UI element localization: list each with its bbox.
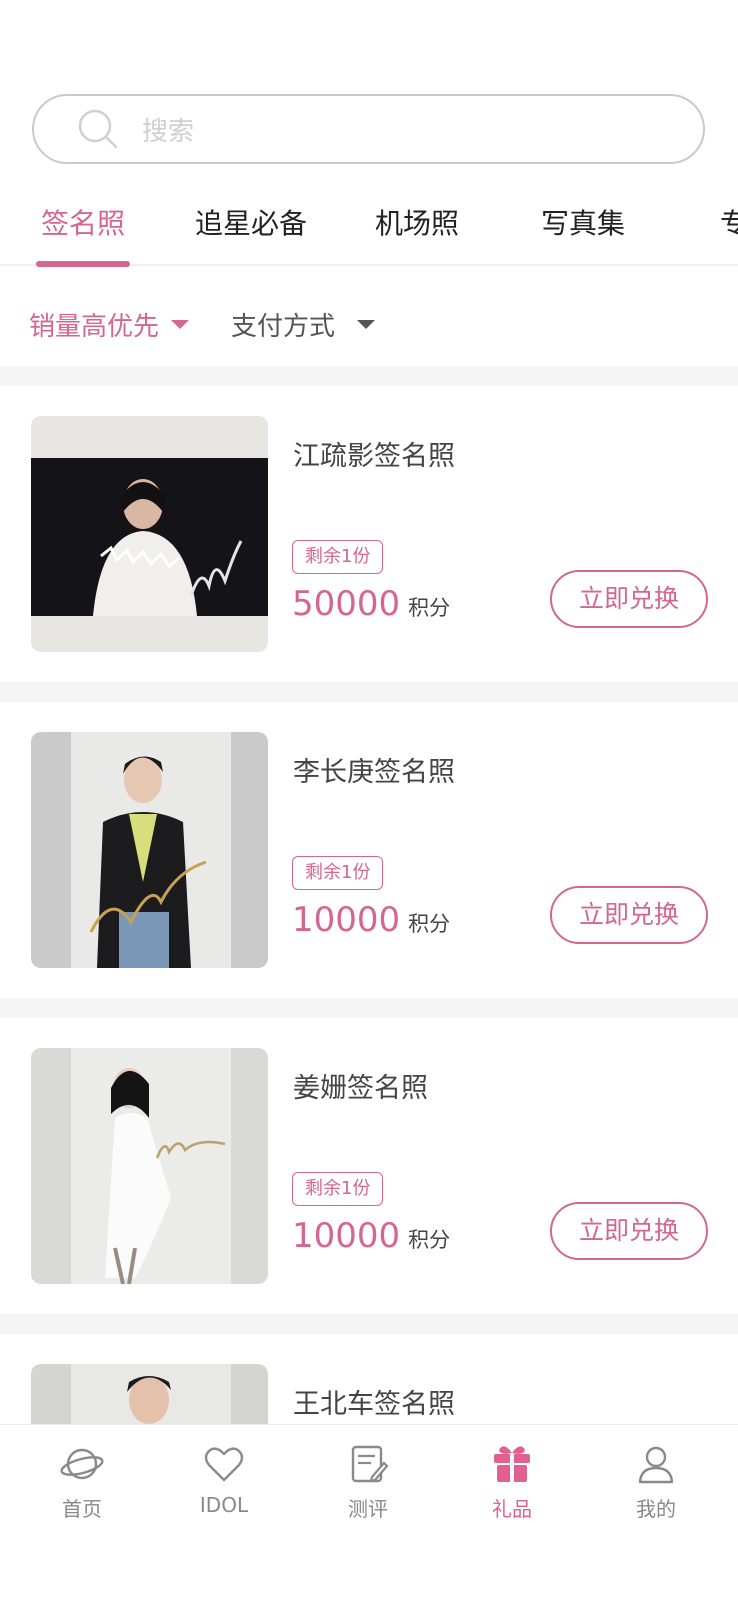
- product-card[interactable]: 江疏影签名照 剩余1份 50000 积分 立即兑换: [0, 386, 738, 682]
- product-title[interactable]: 姜姗签名照: [293, 1066, 428, 1105]
- category-tabs: 签名照 追星必备 机场照 写真集 专: [0, 190, 738, 267]
- price-unit: 积分: [408, 1228, 451, 1252]
- nav-idol[interactable]: IDOL: [174, 1441, 274, 1517]
- nav-label: 首页: [62, 1497, 102, 1521]
- gift-icon: [494, 1446, 530, 1482]
- nav-home[interactable]: 首页: [32, 1441, 132, 1522]
- nav-review[interactable]: 测评: [318, 1441, 418, 1522]
- divider: [0, 998, 738, 1018]
- caret-down-icon: [171, 320, 190, 329]
- divider: [0, 1314, 738, 1334]
- nav-profile[interactable]: 我的: [606, 1441, 706, 1522]
- tab-photobook[interactable]: 写真集: [541, 202, 625, 242]
- gift-shop-screen: 搜索 签名照 追星必备 机场照 写真集 专 销量高优先 支付方式 江疏影签名照 …: [0, 0, 738, 1600]
- redeem-button[interactable]: 立即兑换: [550, 886, 708, 944]
- caret-down-icon: [357, 320, 376, 329]
- product-image[interactable]: [31, 1048, 268, 1284]
- product-card[interactable]: 姜姗签名照 剩余1份 10000 积分 立即兑换: [0, 1018, 738, 1314]
- price-unit: 积分: [408, 596, 451, 620]
- stock-badge: 剩余1份: [292, 540, 384, 574]
- search-bar[interactable]: 搜索: [32, 94, 705, 164]
- stock-badge: 剩余1份: [292, 856, 384, 890]
- price-value: 50000: [292, 584, 401, 624]
- tab-more[interactable]: 专: [720, 202, 738, 242]
- price-value: 10000: [292, 1216, 401, 1256]
- active-tab-indicator: [36, 261, 130, 267]
- divider: [0, 682, 738, 702]
- search-icon: [76, 107, 120, 151]
- divider: [0, 366, 738, 386]
- stock-badge: 剩余1份: [292, 1172, 384, 1206]
- nav-gift[interactable]: 礼品: [462, 1441, 562, 1522]
- product-price: 10000 积分: [292, 900, 450, 940]
- tab-fan-essentials[interactable]: 追星必备: [195, 202, 307, 242]
- bottom-nav: 首页 IDOL 测评 礼品 我的: [0, 1424, 738, 1600]
- product-card[interactable]: 李长庚签名照 剩余1份 10000 积分 立即兑换: [0, 702, 738, 998]
- product-price: 50000 积分: [292, 584, 450, 624]
- nav-label: 我的: [636, 1497, 676, 1521]
- product-title[interactable]: 江疏影签名照: [293, 434, 455, 473]
- filter-bar: 销量高优先 支付方式: [0, 290, 738, 366]
- redeem-button[interactable]: 立即兑换: [550, 1202, 708, 1260]
- nav-label: 测评: [348, 1497, 388, 1521]
- tab-airport-photo[interactable]: 机场照: [375, 202, 459, 242]
- payment-dropdown[interactable]: 支付方式: [231, 306, 376, 343]
- heart-icon: [204, 1447, 244, 1482]
- sort-dropdown[interactable]: 销量高优先: [29, 306, 190, 343]
- search-placeholder: 搜索: [142, 116, 195, 147]
- product-price: 10000 积分: [292, 1216, 450, 1256]
- redeem-button[interactable]: 立即兑换: [550, 570, 708, 628]
- product-image[interactable]: [31, 416, 268, 652]
- user-icon: [638, 1446, 674, 1484]
- product-title[interactable]: 李长庚签名照: [293, 750, 455, 789]
- planet-icon: [60, 1448, 104, 1480]
- nav-label: 礼品: [492, 1497, 532, 1521]
- nav-label: IDOL: [199, 1493, 249, 1517]
- sort-label: 销量高优先: [29, 312, 160, 342]
- payment-label: 支付方式: [231, 312, 336, 342]
- tab-signed-photo[interactable]: 签名照: [41, 202, 125, 242]
- product-image[interactable]: [31, 732, 268, 968]
- price-value: 10000: [292, 900, 401, 940]
- product-title[interactable]: 王北车签名照: [293, 1382, 455, 1421]
- price-unit: 积分: [408, 912, 451, 936]
- review-icon: [351, 1445, 389, 1483]
